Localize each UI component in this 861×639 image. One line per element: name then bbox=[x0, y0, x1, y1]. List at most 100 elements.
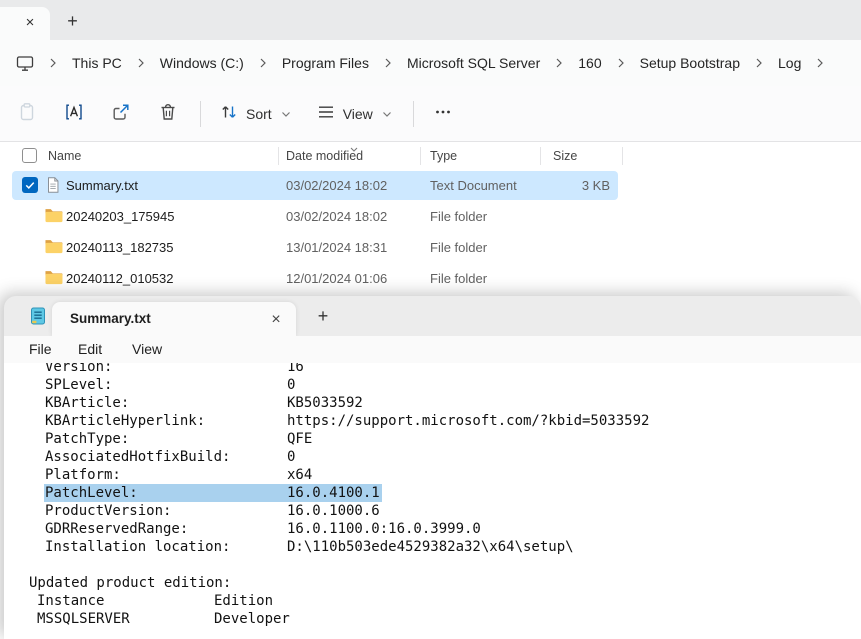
file-type: Text Document bbox=[430, 178, 517, 193]
tab-close-icon[interactable]: × bbox=[20, 13, 40, 33]
notepad-line-label: KBArticleHyperlink: bbox=[45, 412, 205, 430]
notepad-line: Version:16 bbox=[4, 363, 861, 376]
paste-button[interactable] bbox=[8, 95, 46, 133]
row-checkbox-checked[interactable] bbox=[22, 177, 38, 193]
chevron-right-icon[interactable] bbox=[36, 57, 70, 69]
breadcrumb-item[interactable]: Windows (C:) bbox=[158, 51, 246, 75]
notepad-line-label: SPLevel: bbox=[45, 376, 112, 394]
column-header-name[interactable]: Name bbox=[48, 149, 81, 163]
breadcrumb-item[interactable]: Setup Bootstrap bbox=[638, 51, 742, 75]
file-date: 13/01/2024 18:31 bbox=[286, 240, 387, 255]
explorer-tab[interactable]: × bbox=[0, 7, 50, 40]
notepad-line-value: 0 bbox=[287, 376, 295, 394]
notepad-line-label: KBArticle: bbox=[45, 394, 129, 412]
notepad-app-icon bbox=[28, 306, 48, 326]
explorer-tab-bar: × + bbox=[0, 0, 861, 40]
notepad-line-label: Version: bbox=[45, 363, 112, 376]
file-name: 20240203_175945 bbox=[66, 209, 174, 224]
notepad-line: ProductVersion:16.0.1000.6 bbox=[4, 502, 861, 520]
notepad-line-value: https://support.microsoft.com/?kbid=5033… bbox=[287, 412, 649, 430]
chevron-right-icon[interactable] bbox=[803, 57, 837, 69]
trash-icon bbox=[158, 102, 178, 125]
notepad-line-label: GDRReservedRange: bbox=[45, 520, 188, 538]
paste-icon bbox=[17, 102, 37, 125]
notepad-line-value: Developer bbox=[214, 610, 290, 628]
menu-file[interactable]: File bbox=[23, 339, 58, 359]
notepad-line-value: 16.0.1000.6 bbox=[287, 502, 380, 520]
chevron-right-icon[interactable] bbox=[371, 57, 405, 69]
file-name: Summary.txt bbox=[66, 178, 138, 193]
file-row[interactable]: 20240112_01053212/01/2024 01:06File fold… bbox=[0, 263, 861, 294]
breadcrumb-item[interactable]: Program Files bbox=[280, 51, 371, 75]
notepad-window: Summary.txt × + File Edit View Version:1… bbox=[4, 296, 861, 639]
notepad-title-bar: Summary.txt × + bbox=[4, 296, 861, 336]
file-date: 12/01/2024 01:06 bbox=[286, 271, 387, 286]
column-header-type[interactable]: Type bbox=[430, 149, 457, 163]
file-date: 03/02/2024 18:02 bbox=[286, 209, 387, 224]
view-button[interactable]: View bbox=[308, 95, 400, 133]
more-options-button[interactable] bbox=[424, 95, 462, 133]
breadcrumb-item[interactable]: Microsoft SQL Server bbox=[405, 51, 542, 75]
notepad-line: Platform:x64 bbox=[4, 466, 861, 484]
notepad-blank-line bbox=[4, 556, 861, 574]
toolbar-separator bbox=[413, 101, 414, 127]
this-pc-icon[interactable] bbox=[14, 52, 36, 74]
view-label: View bbox=[343, 106, 373, 122]
breadcrumb-item[interactable]: Log bbox=[776, 51, 803, 75]
notepad-tab-close-icon[interactable]: × bbox=[266, 309, 286, 329]
file-row[interactable]: Summary.txt03/02/2024 18:02Text Document… bbox=[0, 170, 861, 201]
notepad-line: SPLevel: 0 bbox=[4, 376, 861, 394]
sort-label: Sort bbox=[246, 106, 272, 122]
breadcrumb-item[interactable]: This PC bbox=[70, 51, 124, 75]
breadcrumb: This PC Windows (C:) Program Files Microsof… bbox=[0, 40, 861, 86]
chevron-right-icon[interactable] bbox=[604, 57, 638, 69]
notepad-line-label: PatchType: bbox=[45, 430, 129, 448]
notepad-line: Instance Edition bbox=[4, 592, 861, 610]
notepad-line-value: Edition bbox=[214, 592, 273, 610]
notepad-line-label: PatchLevel: bbox=[45, 484, 138, 502]
notepad-line: AssociatedHotfixBuild:0 bbox=[4, 448, 861, 466]
folder-icon bbox=[44, 269, 62, 287]
sort-descending-icon bbox=[349, 142, 359, 156]
notepad-line-value: x64 bbox=[287, 466, 312, 484]
share-button[interactable] bbox=[102, 95, 140, 133]
notepad-line-value: 16.0.4100.1 bbox=[287, 484, 380, 502]
toolbar-separator bbox=[200, 101, 201, 127]
column-headers: Name Date modified Type Size bbox=[0, 142, 861, 170]
column-header-size[interactable]: Size bbox=[553, 149, 577, 163]
file-name: 20240112_010532 bbox=[66, 271, 174, 286]
file-name: 20240113_182735 bbox=[66, 240, 174, 255]
menu-view[interactable]: View bbox=[126, 339, 168, 359]
chevron-down-icon bbox=[281, 109, 291, 119]
notepad-line-label: Updated product edition: bbox=[29, 574, 231, 592]
notepad-line: Updated product edition: bbox=[4, 574, 861, 592]
notepad-line: PatchType: QFE bbox=[4, 430, 861, 448]
sort-icon bbox=[219, 102, 239, 125]
notepad-line-value: QFE bbox=[287, 430, 312, 448]
chevron-right-icon[interactable] bbox=[742, 57, 776, 69]
file-row[interactable]: 20240203_17594503/02/2024 18:02File fold… bbox=[0, 201, 861, 232]
rename-button[interactable] bbox=[55, 95, 93, 133]
notepad-line: KBArticleHyperlink: https://support.micro… bbox=[4, 412, 861, 430]
new-tab-button[interactable]: + bbox=[61, 9, 84, 32]
menu-edit[interactable]: Edit bbox=[72, 339, 108, 359]
notepad-line-label: MSSQLSERVER bbox=[37, 610, 130, 628]
notepad-line-value: 0 bbox=[287, 448, 295, 466]
breadcrumb-item[interactable]: 160 bbox=[576, 51, 603, 75]
chevron-right-icon[interactable] bbox=[542, 57, 576, 69]
notepad-line-value: 16.0.1100.0:16.0.3999.0 bbox=[287, 520, 481, 538]
delete-button[interactable] bbox=[149, 95, 187, 133]
notepad-text-area[interactable]: Version:16SPLevel:0KBArticle:KB5033592KB… bbox=[4, 363, 861, 639]
notepad-line-value: D:\110b503ede4529382a32\x64\setup\ bbox=[287, 538, 574, 556]
notepad-tab[interactable]: Summary.txt × bbox=[52, 302, 296, 336]
notepad-text: Version:16SPLevel:0KBArticle:KB5033592KB… bbox=[4, 363, 861, 628]
chevron-right-icon[interactable] bbox=[124, 57, 158, 69]
chevron-right-icon[interactable] bbox=[246, 57, 280, 69]
notepad-new-tab-button[interactable]: + bbox=[312, 305, 334, 327]
sort-button[interactable]: Sort bbox=[211, 95, 299, 133]
notepad-line-label: Instance bbox=[37, 592, 104, 610]
file-row[interactable]: 20240113_18273513/01/2024 18:31File fold… bbox=[0, 232, 861, 263]
notepad-line: GDRReservedRange: 16.0.1100.0:16.0.3999.0 bbox=[4, 520, 861, 538]
notepad-tab-title: Summary.txt bbox=[70, 311, 151, 326]
select-all-checkbox[interactable] bbox=[22, 148, 37, 163]
